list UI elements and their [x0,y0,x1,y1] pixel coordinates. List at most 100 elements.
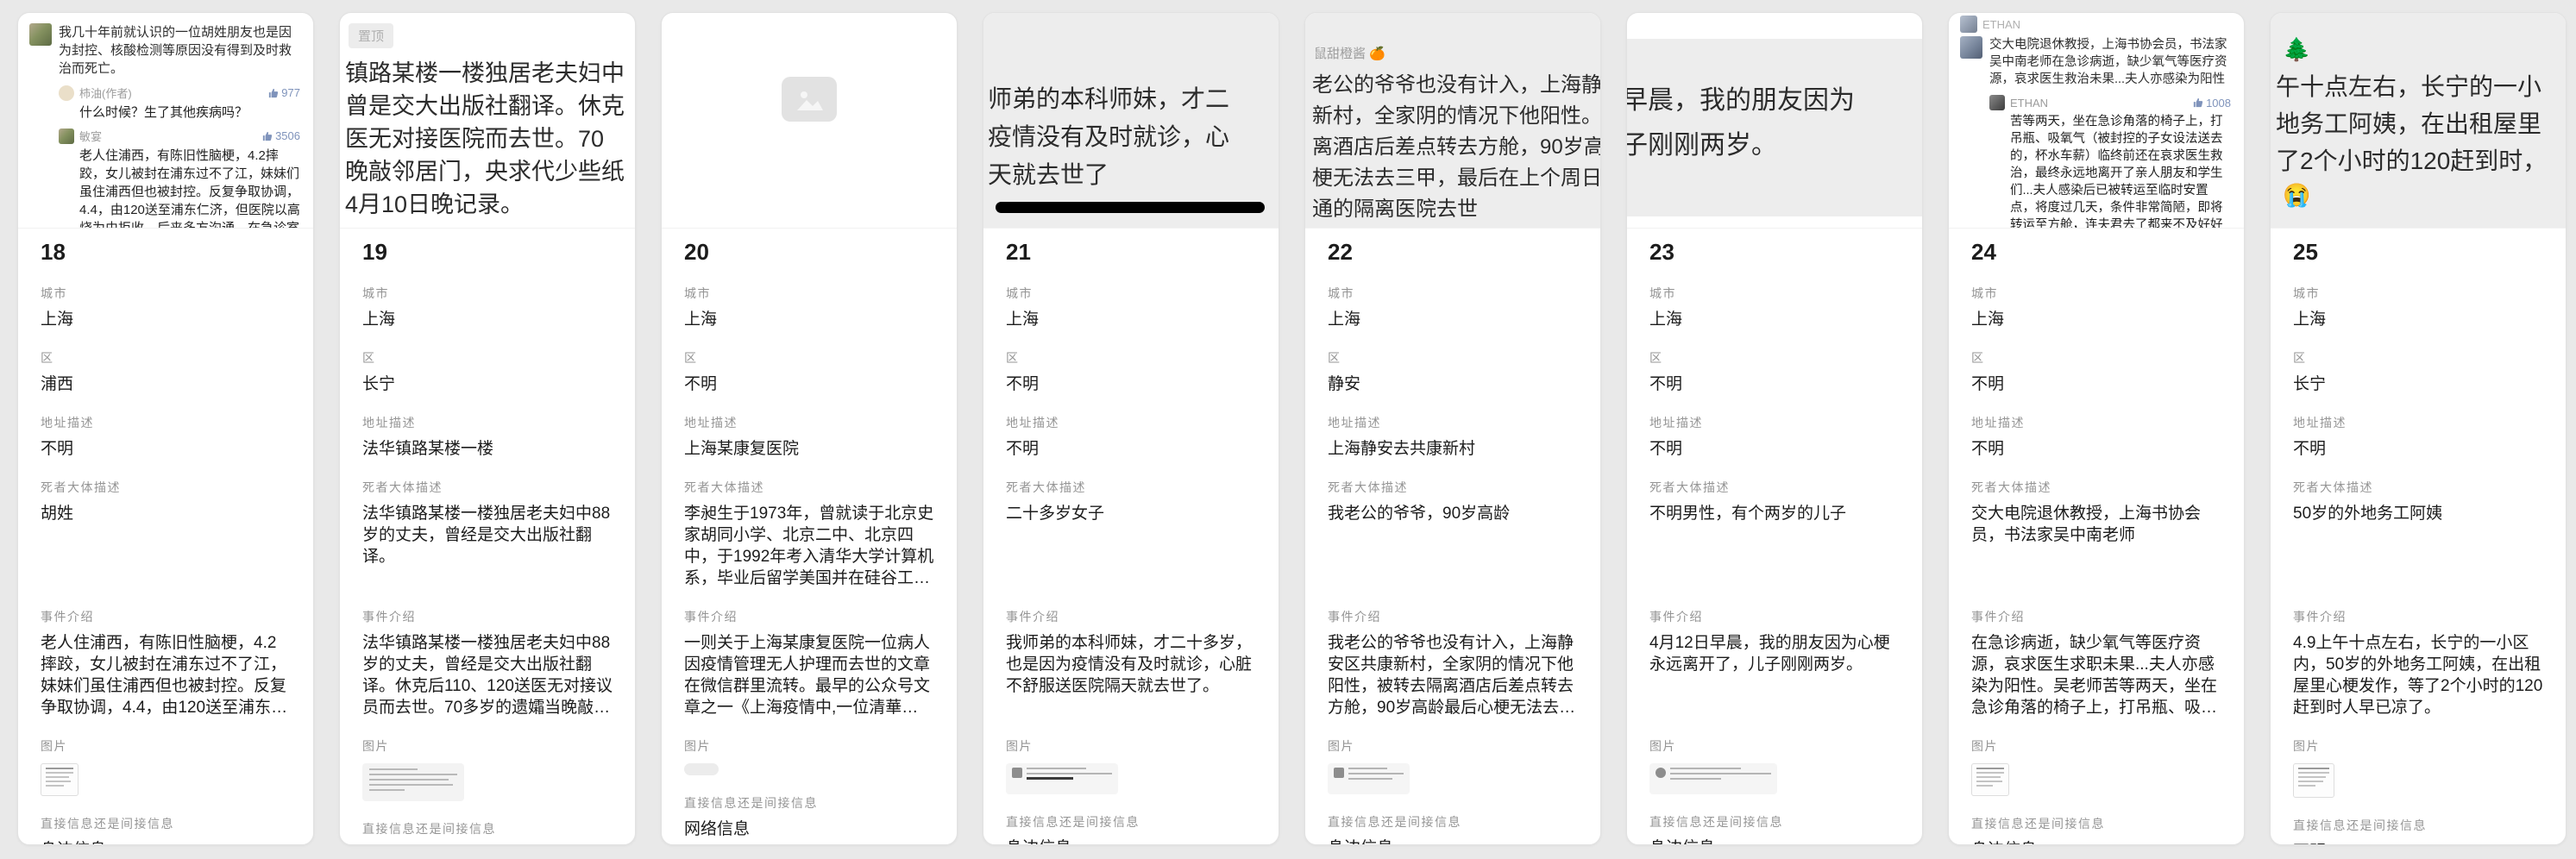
image-thumbnail[interactable] [2293,763,2334,798]
field-direct: 直接信息还是间接信息身边信息 [362,820,613,845]
field-deceased: 死者大体描述胡姓 [41,479,291,589]
address-value: 不明 [1971,438,2221,460]
record-card-24[interactable]: ETHAN 交大电院退休教授，上海书协会员，书法家吴中南老师在急诊病逝，缺少氧气… [1948,12,2245,845]
comment-text: 老人住浦西，有陈旧性脑梗，4.2摔跤，女儿被封在浦东过不了江，妹妹们虽住浦西但也… [79,147,302,229]
field-city: 城市上海 [1328,285,1578,330]
card-cover-image: 早晨，我的朋友因为 子刚刚两岁。 [1627,13,1922,229]
field-label-address: 地址描述 [1649,414,1900,431]
record-card-23[interactable]: 早晨，我的朋友因为 子刚刚两岁。 23 城市上海 区不明 地址描述不明 死者大体… [1626,12,1923,845]
field-label-image: 图片 [1649,737,1900,755]
deceased-value: 法华镇路某楼一楼独居老夫妇中88岁的丈夫，曾经是交大出版社翻译。 [362,503,613,589]
field-district: 区不明 [684,349,934,395]
direct-value: 身边信息 [1971,839,2221,845]
field-event: 事件介绍4月12日早晨，我的朋友因为心梗永远离开了，儿子刚刚两岁。 [1649,608,1900,718]
direct-value: 身边信息 [362,844,613,845]
direct-value: 身边信息 [1649,837,1900,845]
image-thumbnail[interactable] [1649,763,1777,794]
cover-text-line: 离酒店后差点转去方舱，90岁高 [1312,132,1600,163]
field-label-city: 城市 [362,285,613,302]
address-value: 不明 [41,438,291,460]
district-value: 不明 [684,373,934,395]
field-image: 图片 [1328,737,1578,794]
district-value: 长宁 [2293,373,2543,395]
field-city: 城市上海 [684,285,934,330]
avatar [29,23,52,46]
address-value: 上海某康复医院 [684,438,934,460]
field-direct: 直接信息还是间接信息身边信息 [1649,813,1900,845]
field-direct: 直接信息还是间接信息身边信息 [1971,815,2221,845]
card-number: 25 [2293,239,2543,266]
field-label-address: 地址描述 [2293,414,2543,431]
pinned-tag: 置顶 [349,23,393,48]
field-label-event: 事件介绍 [362,608,613,625]
cover-text-line: 老公的爷爷也没有计入，上海静 [1312,70,1600,101]
image-thumbnail[interactable] [684,763,719,775]
cover-text-line: 师弟的本科师妹，才二 [988,80,1279,118]
card-cover-image: 置顶 镇路某楼一楼独居老夫妇中 曾是交大出版社翻译。休克 医无对接医院而去世。7… [340,13,635,229]
cover-text-line: 梗无法去三甲，最后在上个周日 [1312,163,1600,194]
field-label-direct: 直接信息还是间接信息 [362,820,613,837]
direct-value: 身边信息 [1328,837,1578,845]
field-address: 地址描述不明 [1971,414,2221,460]
field-deceased: 死者大体描述50岁的外地务工阿姨 [2293,479,2543,589]
district-value: 长宁 [362,373,613,395]
field-city: 城市上海 [41,285,291,330]
city-value: 上海 [1971,309,2221,330]
field-label-district: 区 [2293,349,2543,367]
cover-text-line: 午十点左右，长宁的一小 [2276,68,2566,105]
direct-value: 网络信息 [684,818,934,840]
field-city: 城市上海 [362,285,613,330]
card-cover-image: 师弟的本科师妹，才二 疫情没有及时就诊，心 天就去世了 [983,13,1279,229]
record-card-21[interactable]: 师弟的本科师妹，才二 疫情没有及时就诊，心 天就去世了 21 城市上海 区不明 … [983,12,1279,845]
deceased-value: 我老公的爷爷，90岁高龄 [1328,503,1578,589]
gallery-board: 我几十年前就认识的一位胡姓朋友也是因为封控、核酸检测等原因没有得到及时救治而死亡… [0,0,2576,845]
cover-text-line: 早晨，我的朋友因为 [1627,78,1922,123]
field-label-image: 图片 [684,737,934,755]
avatar [1960,16,1977,33]
record-card-22[interactable]: 鼠甜橙酱 🍊 老公的爷爷也没有计入，上海静 新村，全家阴的情况下他阳性。 离酒店… [1304,12,1601,845]
field-image: 图片 [1006,737,1256,794]
like-count: 3506 [275,129,300,142]
city-value: 上海 [1649,309,1900,330]
image-thumbnail[interactable] [1006,763,1118,794]
record-card-18[interactable]: 我几十年前就认识的一位胡姓朋友也是因为封控、核酸检测等原因没有得到及时救治而死亡… [17,12,314,845]
thumbs-up-icon [268,88,279,98]
card-number: 24 [1971,239,2221,266]
field-district: 区不明 [1649,349,1900,395]
card-cover-image: 🌲 午十点左右，长宁的一小 地务工阿姨，在出租屋里 了2个小时的120赶到时， … [2271,13,2566,229]
field-label-district: 区 [41,349,291,367]
record-card-19[interactable]: 置顶 镇路某楼一楼独居老夫妇中 曾是交大出版社翻译。休克 医无对接医院而去世。7… [339,12,636,845]
cover-text-line: 疫情没有及时就诊，心 [988,118,1279,156]
field-label-image: 图片 [1006,737,1256,755]
image-thumbnail[interactable] [1328,763,1410,794]
cover-text-line: 镇路某楼一楼独居老夫妇中 [345,57,635,90]
deceased-value: 50岁的外地务工阿姨 [2293,503,2543,589]
thumbs-up-icon [2193,97,2203,108]
field-label-city: 城市 [41,285,291,302]
field-label-direct: 直接信息还是间接信息 [1649,813,1900,831]
cover-text-line: 通的隔离医院去世 [1312,194,1600,225]
field-address: 地址描述不明 [1006,414,1256,460]
event-value: 一则关于上海某康复医院一位病人因疫情管理无人护理而去世的文章在微信群里流转。最早… [684,632,934,718]
field-label-city: 城市 [1649,285,1900,302]
field-label-district: 区 [1971,349,2221,367]
cover-text-line: 天就去世了 [988,156,1279,194]
image-thumbnail[interactable] [362,763,464,801]
crying-emoji: 😭 [2283,181,2566,209]
field-label-address: 地址描述 [1006,414,1256,431]
deceased-value: 交大电院退休教授，上海书协会员，书法家吴中南老师 [1971,503,2221,589]
image-thumbnail[interactable] [41,763,79,796]
field-label-deceased: 死者大体描述 [1006,479,1256,496]
field-label-event: 事件介绍 [1971,608,2221,625]
record-card-25[interactable]: 🌲 午十点左右，长宁的一小 地务工阿姨，在出租屋里 了2个小时的120赶到时， … [2270,12,2567,845]
field-label-address: 地址描述 [1328,414,1578,431]
comment-text: 交大电院退休教授，上海书协会员，书法家吴中南老师在急诊病逝，缺少氧气等医疗资源，… [1989,36,2233,88]
field-district: 区长宁 [362,349,613,395]
image-thumbnail[interactable] [1971,763,2009,796]
field-address: 地址描述上海静安去共康新村 [1328,414,1578,460]
cover-text-line: 医无对接医院而去世。70 [345,122,635,155]
address-value: 不明 [1006,438,1256,460]
card-number: 22 [1328,239,1578,266]
field-city: 城市上海 [1006,285,1256,330]
record-card-20[interactable]: 20 城市上海 区不明 地址描述上海某康复医院 死者大体描述李昶生于1973年，… [661,12,958,845]
